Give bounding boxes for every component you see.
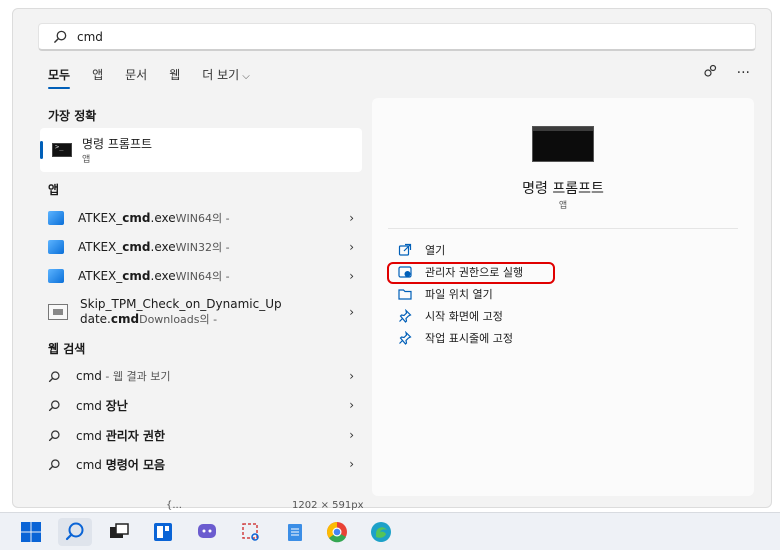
web-result-2[interactable]: cmd 장난 › [48, 397, 354, 413]
background-text-fragment: {... [166, 500, 182, 511]
web-result-label: cmd 명령어 모음 [76, 457, 166, 472]
web-result-4[interactable]: cmd 명령어 모음 › [48, 456, 354, 472]
web-result-label: cmd - 웹 결과 보기 [76, 369, 171, 383]
pin-icon [399, 309, 412, 323]
search-icon [48, 429, 64, 442]
web-result-label: cmd 장난 [76, 398, 128, 413]
chevron-right-icon: › [349, 305, 354, 319]
selection-accent [40, 141, 43, 159]
best-match-subtitle: 앱 [82, 155, 91, 165]
web-result-1[interactable]: cmd - 웹 결과 보기 › [48, 368, 354, 384]
windows-start-icon[interactable] [20, 521, 42, 543]
action-pin-to-start[interactable]: 시작 화면에 고정 [398, 308, 503, 324]
app-icon [48, 211, 64, 225]
red-highlight-annotation [387, 262, 555, 284]
pin-icon [399, 331, 412, 345]
best-match-title: 명령 프롬프트 [82, 137, 153, 151]
best-match-text: 명령 프롬프트 앱 [72, 135, 152, 165]
action-open-file-location[interactable]: 파일 위치 열기 [398, 286, 493, 302]
chevron-right-icon: › [349, 428, 354, 442]
web-search-heading: 웹 검색 [48, 342, 86, 356]
folder-icon [398, 289, 412, 300]
app-result-1[interactable]: ATKEX_cmd.exeWIN64의 - › [48, 210, 354, 226]
action-label: 작업 표시줄에 고정 [425, 332, 513, 345]
command-prompt-large-icon [532, 126, 594, 162]
app-result-3[interactable]: ATKEX_cmd.exeWIN64의 - › [48, 268, 354, 284]
chevron-right-icon: › [349, 240, 354, 254]
tab-all[interactable]: 모두 [48, 66, 71, 89]
preview-title: 명령 프롬프트 [522, 181, 604, 197]
command-prompt-icon [52, 143, 72, 157]
app-result-label: Skip_TPM_Check_on_Dynamic_Up date.cmdDow… [80, 297, 282, 326]
edge-icon[interactable] [370, 521, 392, 543]
app-result-label: ATKEX_cmd.exeWIN64의 - [78, 269, 230, 283]
action-open[interactable]: 열기 [398, 242, 445, 258]
script-file-icon [48, 304, 68, 320]
header-actions: ··· [703, 64, 750, 82]
app-icon [48, 240, 64, 254]
app-result-4[interactable]: Skip_TPM_Check_on_Dynamic_Up date.cmdDow… [48, 297, 354, 327]
tab-documents[interactable]: 문서 [125, 66, 147, 83]
search-icon [54, 30, 67, 43]
widgets-icon[interactable] [152, 521, 174, 543]
chevron-right-icon: › [349, 269, 354, 283]
open-external-icon [398, 243, 412, 256]
divider [388, 228, 738, 229]
search-icon [48, 370, 64, 383]
action-label: 시작 화면에 고정 [425, 310, 503, 323]
app-result-2[interactable]: ATKEX_cmd.exeWIN32의 - › [48, 239, 354, 255]
best-match-heading: 가장 정확 [48, 109, 97, 123]
taskbar [0, 512, 780, 550]
app-result-label: ATKEX_cmd.exeWIN32의 - [78, 240, 230, 254]
app-result-label: ATKEX_cmd.exeWIN64의 - [78, 211, 230, 225]
chevron-right-icon: › [349, 398, 354, 412]
action-pin-to-taskbar[interactable]: 작업 표시줄에 고정 [398, 330, 513, 346]
web-result-3[interactable]: cmd 관리자 권한 › [48, 427, 354, 443]
tab-apps[interactable]: 앱 [92, 66, 103, 83]
search-input[interactable]: cmd [77, 30, 103, 44]
notepad-icon[interactable] [284, 521, 306, 543]
more-icon[interactable]: ··· [737, 65, 750, 81]
tab-web[interactable]: 웹 [169, 66, 180, 83]
chrome-icon[interactable] [326, 521, 348, 543]
chevron-right-icon: › [349, 457, 354, 471]
task-view-icon[interactable] [108, 521, 130, 543]
share-icon[interactable] [703, 64, 717, 82]
snipping-tool-icon[interactable] [240, 521, 262, 543]
preview-panel: 명령 프롬프트 앱 열기 관리자 권한으로 실행 파일 위치 열기 시작 화면에… [372, 98, 754, 496]
tab-more[interactable]: 더 보기 ⌵ [202, 66, 250, 83]
teams-chat-icon[interactable] [196, 521, 218, 543]
filter-tabs: 모두 앱 문서 웹 더 보기 ⌵ [48, 66, 272, 89]
chevron-down-icon: ⌵ [242, 71, 250, 82]
search-icon [48, 399, 64, 412]
apps-heading: 앱 [48, 183, 60, 197]
tab-more-label: 더 보기 [202, 68, 240, 82]
chevron-right-icon: › [349, 369, 354, 383]
taskbar-search-icon[interactable] [58, 518, 92, 546]
background-text-fragment: 1202 × 591px [292, 500, 364, 511]
preview-subtitle: 앱 [558, 201, 568, 211]
action-label: 파일 위치 열기 [425, 288, 493, 301]
action-label: 열기 [425, 244, 446, 257]
best-match-item[interactable]: 명령 프롬프트 앱 [40, 128, 362, 172]
chevron-right-icon: › [349, 211, 354, 225]
web-result-label: cmd 관리자 권한 [76, 428, 166, 443]
search-icon [48, 458, 64, 471]
app-icon [48, 269, 64, 283]
search-box[interactable]: cmd [38, 23, 756, 51]
